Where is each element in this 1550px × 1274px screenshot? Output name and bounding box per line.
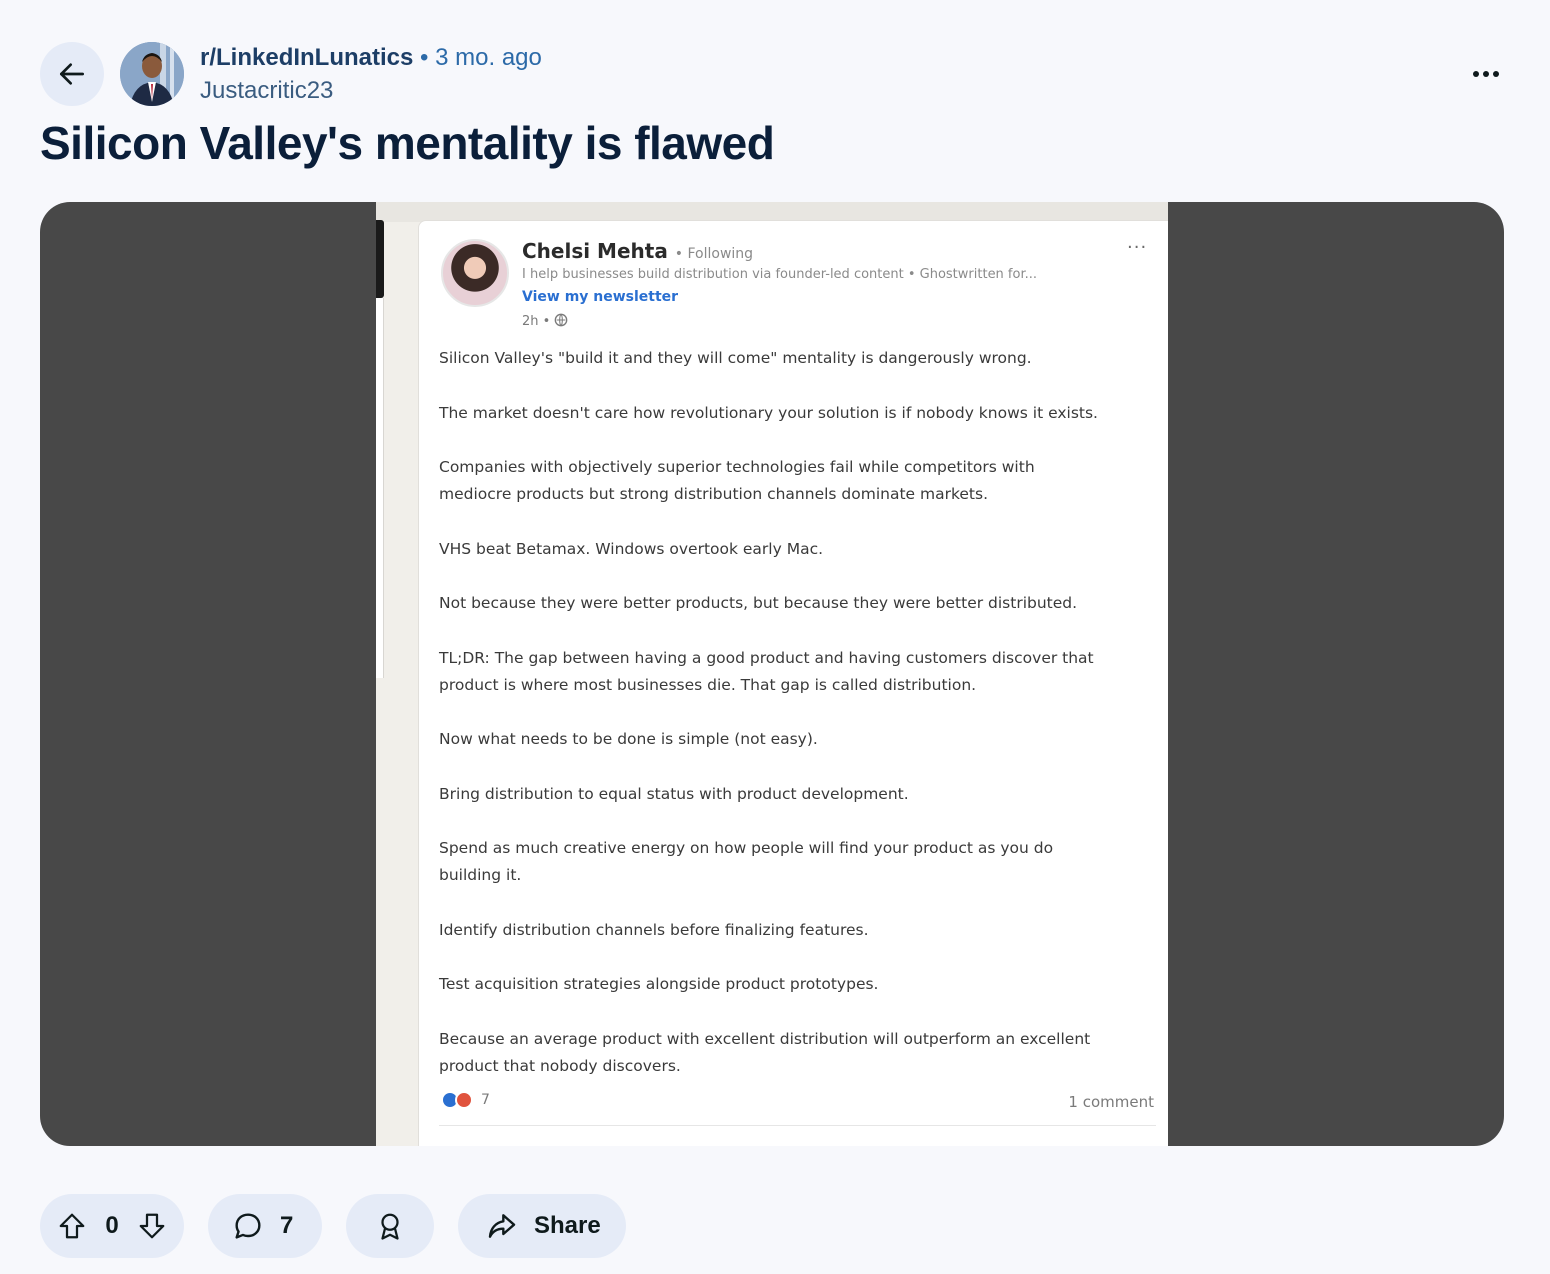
linkedin-paragraph: Because an average product with excellen…	[439, 1029, 1091, 1075]
screenshot-side-panel	[376, 298, 384, 678]
upvote-button[interactable]	[40, 1194, 104, 1258]
comments-button[interactable]: 7	[208, 1194, 322, 1258]
linkedin-paragraph: TL;DR: The gap between having a good pro…	[439, 648, 1094, 694]
linkedin-time-text: 2h •	[522, 314, 551, 329]
comment-icon-wrap	[216, 1194, 280, 1258]
share-icon-wrap	[470, 1194, 534, 1258]
linkedin-paragraph: Bring distribution to equal status with …	[439, 784, 909, 803]
award-button[interactable]	[346, 1194, 434, 1258]
linkedin-paragraph: Identify distribution channels before fi…	[439, 920, 869, 939]
award-icon	[381, 1213, 399, 1240]
linkedin-reaction-count: 7	[481, 1092, 490, 1108]
linkedin-paragraph: Companies with objectively superior tech…	[439, 458, 1035, 503]
linkedin-comment-count: 1 comment	[1068, 1093, 1154, 1111]
share-arrow-icon	[488, 1214, 516, 1238]
post-time: 3 mo. ago	[435, 44, 542, 71]
more-horizontal-icon	[1473, 71, 1479, 77]
linkedin-reactions: 7	[441, 1091, 490, 1109]
linkedin-paragraph: Test acquisition strategies alongside pr…	[439, 975, 879, 993]
arrow-up-icon	[59, 1213, 85, 1239]
linkedin-author-name: Chelsi Mehta • Following	[522, 239, 753, 263]
vote-count: 0	[105, 1212, 119, 1239]
linkedin-paragraph: Spend as much creative energy on how peo…	[439, 839, 1054, 884]
author-username[interactable]: Justacritic23	[200, 77, 333, 105]
more-options-button[interactable]	[1462, 56, 1510, 92]
linkedin-paragraph: Now what needs to be done is simple (not…	[439, 730, 818, 748]
linkedin-post-body: Silicon Valley's "build it and they will…	[439, 345, 1159, 1107]
globe-icon	[555, 313, 568, 327]
downvote-button[interactable]	[120, 1194, 184, 1258]
linkedin-paragraph: The market doesn't care how revolutionar…	[439, 403, 1098, 422]
linkedin-screenshot: Chelsi Mehta • Following I help business…	[376, 202, 1168, 1146]
linkedin-author-headline: I help businesses build distribution via…	[522, 267, 1038, 282]
linkedin-post-time: 2h •	[522, 313, 568, 329]
post-media[interactable]: Chelsi Mehta • Following I help business…	[40, 202, 1504, 1146]
subreddit-link[interactable]: r/LinkedInLunatics	[200, 44, 413, 71]
linkedin-author-avatar	[441, 239, 509, 307]
vote-bar: 0	[40, 1194, 184, 1258]
linkedin-divider	[439, 1125, 1156, 1126]
linkedin-paragraph: Not because they were better products, b…	[439, 594, 1078, 612]
linkedin-post-card: Chelsi Mehta • Following I help business…	[418, 220, 1168, 1146]
love-icon	[455, 1091, 473, 1109]
share-label: Share	[534, 1212, 601, 1239]
screenshot-top-strip	[376, 202, 1168, 222]
post-title: Silicon Valley's mentality is flawed	[40, 117, 775, 169]
share-button[interactable]: Share	[458, 1194, 626, 1258]
post-meta: r/LinkedInLunatics • 3 mo. ago	[200, 44, 542, 72]
back-button[interactable]	[40, 42, 104, 106]
linkedin-author-name-text: Chelsi Mehta	[522, 239, 668, 263]
screenshot-side-bar	[376, 220, 384, 298]
linkedin-more-icon: ···	[1127, 237, 1148, 258]
chat-bubble-icon	[235, 1213, 261, 1239]
user-avatar[interactable]	[120, 42, 184, 106]
linkedin-paragraph: Silicon Valley's "build it and they will…	[439, 349, 1032, 367]
arrow-down-icon	[139, 1213, 165, 1239]
linkedin-newsletter-link: View my newsletter	[522, 289, 679, 305]
comment-count: 7	[280, 1212, 294, 1239]
linkedin-following-status: • Following	[674, 246, 754, 262]
meta-separator: •	[420, 44, 429, 71]
linkedin-paragraph: VHS beat Betamax. Windows overtook early…	[439, 539, 824, 558]
arrow-left-icon	[60, 63, 84, 85]
